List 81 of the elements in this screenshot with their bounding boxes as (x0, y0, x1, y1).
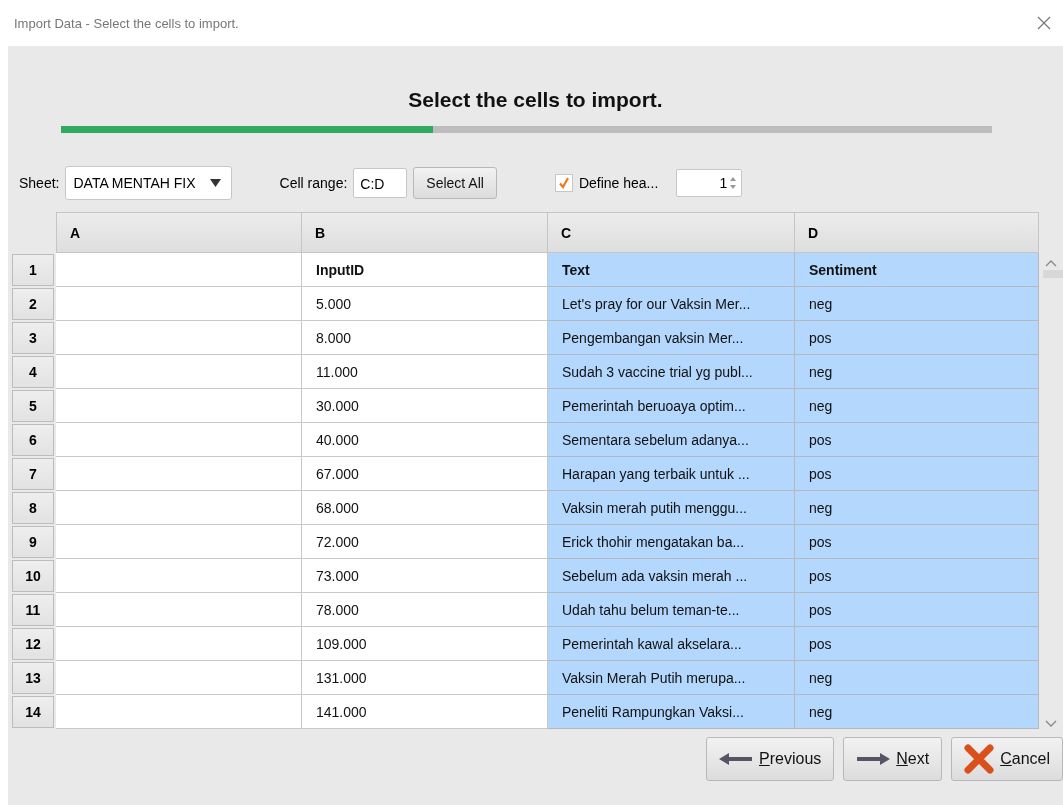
row-header[interactable]: 9 (12, 526, 54, 558)
define-header-checkbox[interactable] (554, 174, 573, 192)
table-cell: neg (795, 355, 1039, 389)
table-cell: 72.000 (302, 525, 548, 559)
table-cell: Peneliti Rampungkan Vaksi... (548, 695, 795, 729)
table-cell: pos (795, 321, 1039, 355)
column-header[interactable]: D (795, 212, 1039, 253)
table-cell: Let's pray for our Vaksin Mer... (548, 287, 795, 321)
table-cell: neg (795, 661, 1039, 695)
table-cell: 131.000 (302, 661, 548, 695)
row-header[interactable]: 10 (12, 560, 54, 592)
table-cell: Harapan yang terbaik untuk ... (548, 457, 795, 491)
window-title: Import Data - Select the cells to import. (14, 15, 239, 31)
row-header[interactable]: 5 (12, 390, 54, 422)
row-header[interactable]: 3 (12, 322, 54, 354)
table-cell: Pemerintah kawal akselara... (548, 627, 795, 661)
row-header[interactable]: 14 (12, 696, 54, 728)
table-cell: Sentiment (795, 253, 1039, 287)
table-cell: 109.000 (302, 627, 548, 661)
cell-range-label: Cell range: (279, 175, 348, 191)
column-header[interactable]: B (302, 212, 548, 253)
table-cell: Erick thohir mengatakan ba... (548, 525, 795, 559)
table-cell: neg (795, 287, 1039, 321)
sheet-label: Sheet: (19, 175, 60, 191)
table-cell: pos (795, 525, 1039, 559)
cross-icon (964, 744, 995, 774)
table-cell: 78.000 (302, 593, 548, 627)
table-cell: 11.000 (302, 355, 548, 389)
dialog-heading: Select the cells to import. (408, 88, 663, 112)
left-arrow-icon (719, 753, 754, 765)
table-cell: 8.000 (302, 321, 548, 355)
table-cell: 68.000 (302, 491, 548, 525)
table-cell: Vaksin Merah Putih merupa... (548, 661, 795, 695)
table-cell: neg (795, 389, 1039, 423)
table-cell: 5.000 (302, 287, 548, 321)
row-header[interactable]: 6 (12, 424, 54, 456)
cell-range-field[interactable]: C:D (353, 168, 408, 198)
scroll-up-icon[interactable] (1043, 258, 1058, 268)
previous-button[interactable]: Previous (706, 737, 835, 781)
table-cell: Sebelum ada vaksin merah ... (548, 559, 795, 593)
table-cell: 73.000 (302, 559, 548, 593)
table-cell: Sementara sebelum adanya... (548, 423, 795, 457)
header-row-spinner[interactable]: 1 (676, 169, 743, 197)
spinner-arrows-icon (729, 175, 738, 191)
table-cell: pos (795, 627, 1039, 661)
table-cell: 40.000 (302, 423, 548, 457)
row-header[interactable]: 8 (12, 492, 54, 524)
define-header-label: Define hea... (578, 175, 659, 191)
row-header[interactable]: 12 (12, 628, 54, 660)
table-cell: Pemerintah beruoaya optim... (548, 389, 795, 423)
table-cell: InputID (302, 253, 548, 287)
column-header[interactable]: A (56, 212, 302, 253)
table-cell: Vaksin merah putih menggu... (548, 491, 795, 525)
row-header[interactable]: 13 (12, 662, 54, 694)
row-header[interactable]: 2 (12, 288, 54, 320)
column-header[interactable]: C (548, 212, 795, 253)
right-arrow-icon (856, 753, 891, 765)
table-cell: pos (795, 423, 1039, 457)
table-cell: neg (795, 695, 1039, 729)
table-cell: Udah tahu belum teman-te... (548, 593, 795, 627)
table-cell: 141.000 (302, 695, 548, 729)
table-cell: neg (795, 491, 1039, 525)
table-cell: 30.000 (302, 389, 548, 423)
table-cell: pos (795, 559, 1039, 593)
close-icon[interactable] (1037, 16, 1051, 30)
row-header[interactable]: 11 (12, 594, 54, 626)
table-cell: Pengembangan vaksin Mer... (548, 321, 795, 355)
table-cell: pos (795, 593, 1039, 627)
table-cell: Text (548, 253, 795, 287)
sheet-dropdown[interactable]: DATA MENTAH FIX (65, 166, 232, 200)
select-all-button[interactable]: Select All (413, 167, 497, 199)
row-header[interactable]: 7 (12, 458, 54, 490)
next-button[interactable]: Next (843, 737, 943, 781)
cancel-button[interactable]: Cancel (951, 737, 1063, 781)
table-cell: 67.000 (302, 457, 548, 491)
table-cell: pos (795, 457, 1039, 491)
row-header[interactable]: 4 (12, 356, 54, 388)
dropdown-arrow-icon (209, 179, 221, 187)
table-cell: Sudah 3 vaccine trial yg publ... (548, 355, 795, 389)
row-header[interactable]: 1 (12, 254, 54, 286)
scroll-down-icon[interactable] (1043, 719, 1058, 729)
